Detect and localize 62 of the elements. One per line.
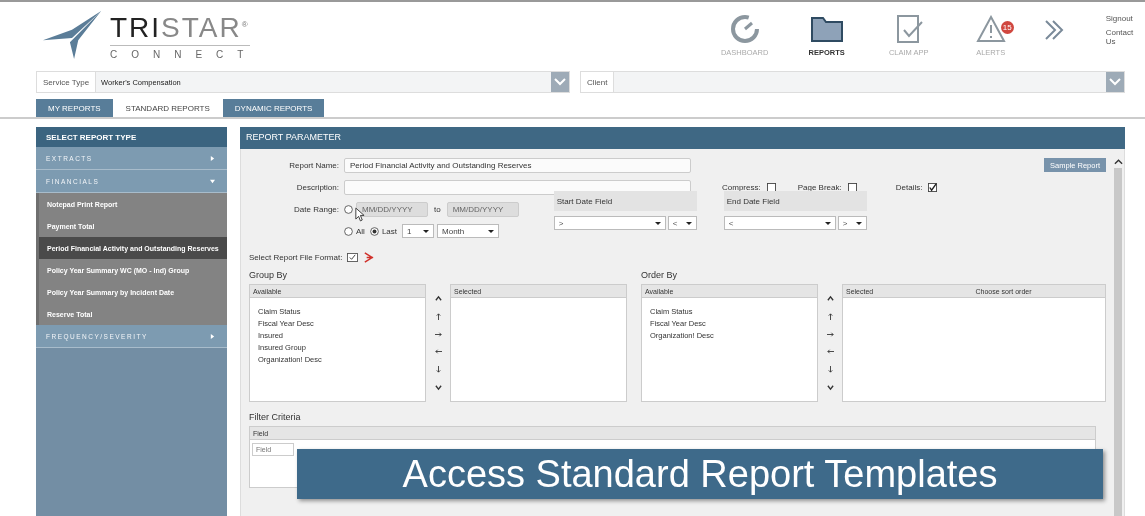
field-label: Report Name: — [288, 160, 340, 170]
date-field-header: Start Date Field — [553, 191, 697, 211]
brand-name: TRISTAR$^{®}$ — [110, 10, 250, 46]
header-link[interactable]: Contact Us — [1105, 28, 1145, 46]
radio-button[interactable] — [344, 204, 353, 214]
section-heading: Group By — [249, 270, 289, 282]
right-arrow-icon[interactable] — [434, 330, 442, 338]
caret-icon — [210, 178, 215, 184]
filter-dropdown[interactable]: Client — [580, 71, 1125, 93]
brand-subtitle: CONNECT — [110, 48, 258, 60]
move-top-icon[interactable] — [826, 295, 834, 303]
folder-icon — [809, 14, 844, 43]
count-dropdown[interactable]: 1 — [402, 224, 434, 238]
spreadsheet-icon[interactable] — [347, 252, 359, 262]
alert-count: 15 — [1000, 20, 1014, 34]
operator-dropdown[interactable]: < — [667, 216, 697, 230]
pdf-icon[interactable] — [363, 251, 375, 263]
radio-label: Last — [381, 226, 397, 236]
radio-label: All — [356, 226, 365, 236]
operator-dropdown[interactable]: > — [837, 216, 867, 230]
move-bottom-icon[interactable] — [434, 383, 442, 391]
caption-banner: Access Standard Report Templates — [297, 449, 1103, 499]
field-label: Date Range: — [293, 204, 340, 214]
unit-dropdown[interactable]: Month — [437, 224, 499, 238]
left-arrow-icon[interactable] — [826, 348, 834, 356]
right-arrow-icon[interactable] — [826, 330, 834, 338]
report-tab[interactable]: DYNAMIC REPORTS — [222, 99, 325, 117]
move-bottom-icon[interactable] — [826, 383, 834, 391]
format-label: Select Report File Format: — [249, 252, 343, 262]
caret-icon — [210, 333, 215, 339]
field-dropdown[interactable]: > — [553, 216, 666, 230]
date-field[interactable]: MM/DD/YYYY — [446, 201, 519, 217]
down-arrow-icon[interactable] — [826, 365, 834, 373]
report-tab[interactable]: MY REPORTS — [36, 99, 113, 117]
scroll-up-icon[interactable] — [1113, 159, 1123, 165]
caret-icon — [210, 155, 215, 161]
report-name-field[interactable]: Period Financial Activity and Outstanding Reserves — [344, 157, 691, 173]
date-field[interactable]: MM/DD/YYYY — [356, 201, 428, 217]
left-arrow-icon[interactable] — [434, 348, 442, 356]
down-arrow-icon[interactable] — [434, 365, 442, 373]
panel-title: REPORT PARAMETER — [240, 127, 1125, 149]
sidebar-title: SELECT REPORT TYPE — [36, 127, 227, 147]
up-arrow-icon[interactable] — [434, 313, 442, 320]
date-field-header: End Date Field — [723, 191, 867, 211]
checkbox[interactable] — [928, 182, 938, 192]
section-heading: Order By — [641, 270, 678, 282]
radio-button[interactable] — [369, 226, 379, 236]
checkbox[interactable] — [847, 182, 857, 192]
chevron-down-icon — [1109, 78, 1121, 86]
option-label: Compress: — [722, 182, 761, 192]
move-top-icon[interactable] — [434, 295, 442, 303]
radio-button[interactable] — [344, 226, 353, 236]
chevron-down-icon — [554, 78, 566, 86]
to-label: to — [434, 204, 441, 214]
option-label: Details: — [895, 182, 923, 192]
gauge-icon — [729, 13, 760, 44]
checkbox[interactable] — [766, 182, 776, 192]
field-dropdown[interactable]: < — [723, 216, 836, 230]
section-heading: Filter Criteria — [249, 412, 302, 424]
field-label: Description: — [295, 182, 340, 192]
header-link[interactable]: Signout — [1105, 14, 1145, 23]
up-arrow-icon[interactable] — [826, 313, 834, 320]
